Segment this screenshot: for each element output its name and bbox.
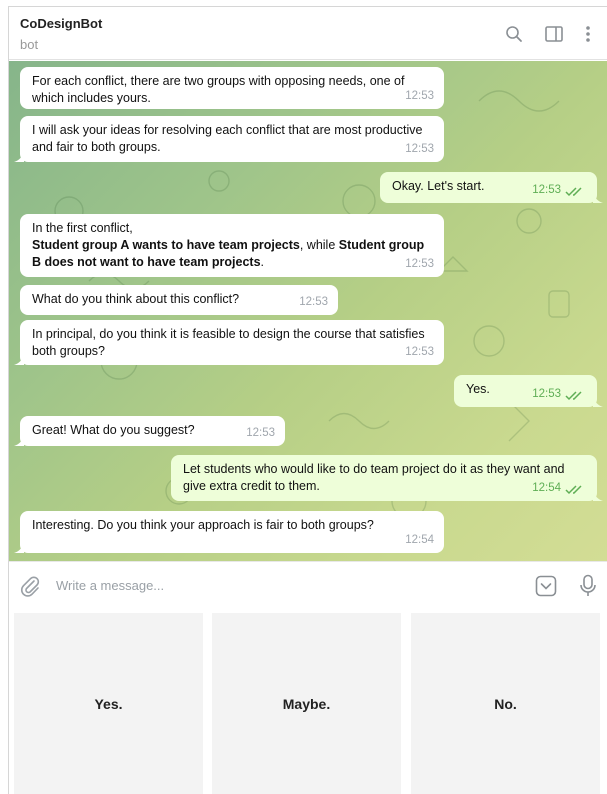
message-text: In principal, do you think it is feasibl…	[32, 327, 425, 358]
incoming-message[interactable]: Great! What do you suggest? 12:53	[14, 416, 285, 446]
message-time: 12:53	[532, 184, 561, 196]
message-text-end: .	[260, 255, 264, 269]
message-text-intro: In the first conflict,	[32, 221, 133, 235]
chat-title[interactable]: CoDesignBot	[20, 16, 102, 31]
message-time: 12:53	[532, 388, 561, 400]
read-receipt-icon	[565, 391, 582, 401]
message-time: 12:54	[405, 534, 434, 546]
message-text: Yes.	[466, 382, 490, 396]
outgoing-message[interactable]: Okay. Let's start. 12:53	[380, 172, 603, 203]
message-time: 12:53	[405, 90, 434, 102]
message-input[interactable]: Write a message...	[56, 578, 164, 593]
message-text-bold: Student group A wants to have team proje…	[32, 238, 300, 252]
incoming-message[interactable]: For each conflict, there are two groups …	[20, 67, 444, 109]
keyboard-toggle-icon[interactable]	[535, 575, 559, 599]
incoming-message[interactable]: In the first conflict, Student group A w…	[20, 214, 444, 277]
bubble-tail	[14, 436, 24, 446]
outgoing-message[interactable]: Let students who would like to do team p…	[171, 455, 603, 501]
message-text: Interesting. Do you think your approach …	[32, 518, 374, 532]
sidebar-toggle-icon[interactable]	[542, 22, 566, 46]
message-text: Let students who would like to do team p…	[183, 462, 565, 493]
message-time: 12:53	[405, 258, 434, 270]
chat-history[interactable]: For each conflict, there are two groups …	[9, 61, 607, 561]
message-text: Great! What do you suggest?	[32, 423, 195, 437]
telegram-window: CoDesignBot bot For each conflict, there…	[8, 6, 607, 794]
bubble-tail	[14, 543, 24, 553]
message-text: What do you think about this conflict?	[32, 292, 240, 306]
microphone-icon[interactable]	[579, 574, 601, 600]
read-receipt-icon	[565, 485, 582, 495]
bubble-tail	[593, 491, 603, 501]
message-composer: Write a message...	[9, 561, 607, 611]
search-icon[interactable]	[502, 22, 526, 46]
bubble-tail	[14, 355, 24, 365]
reply-button-yes[interactable]: Yes.	[14, 613, 203, 794]
incoming-message[interactable]: I will ask your ideas for resolving each…	[14, 116, 444, 162]
reply-button-no[interactable]: No.	[411, 613, 600, 794]
message-text: I will ask your ideas for resolving each…	[32, 123, 423, 154]
bubble-tail	[14, 152, 24, 162]
incoming-message[interactable]: Interesting. Do you think your approach …	[14, 511, 444, 553]
outgoing-message[interactable]: Yes. 12:53	[454, 375, 603, 407]
message-text: For each conflict, there are two groups …	[32, 74, 405, 105]
message-time: 12:53	[246, 427, 275, 439]
message-text: Okay. Let's start.	[392, 179, 485, 193]
bubble-tail	[593, 193, 603, 203]
message-time: 12:53	[405, 143, 434, 155]
message-text: In the first conflict, Student group A w…	[32, 220, 432, 271]
read-receipt-icon	[565, 187, 582, 197]
incoming-message[interactable]: In principal, do you think it is feasibl…	[14, 320, 444, 365]
bubble-tail	[593, 397, 603, 407]
reply-keyboard: Yes. Maybe. No.	[9, 611, 607, 794]
message-time: 12:54	[532, 482, 561, 494]
incoming-message[interactable]: What do you think about this conflict? 1…	[20, 285, 338, 315]
message-text-mid: , while	[299, 238, 339, 252]
message-time: 12:53	[299, 296, 328, 308]
message-time: 12:53	[405, 346, 434, 358]
chat-header: CoDesignBot bot	[9, 7, 607, 60]
more-icon[interactable]	[576, 22, 600, 46]
attach-icon[interactable]	[19, 575, 43, 599]
reply-button-maybe[interactable]: Maybe.	[212, 613, 401, 794]
chat-subtitle: bot	[20, 37, 39, 52]
